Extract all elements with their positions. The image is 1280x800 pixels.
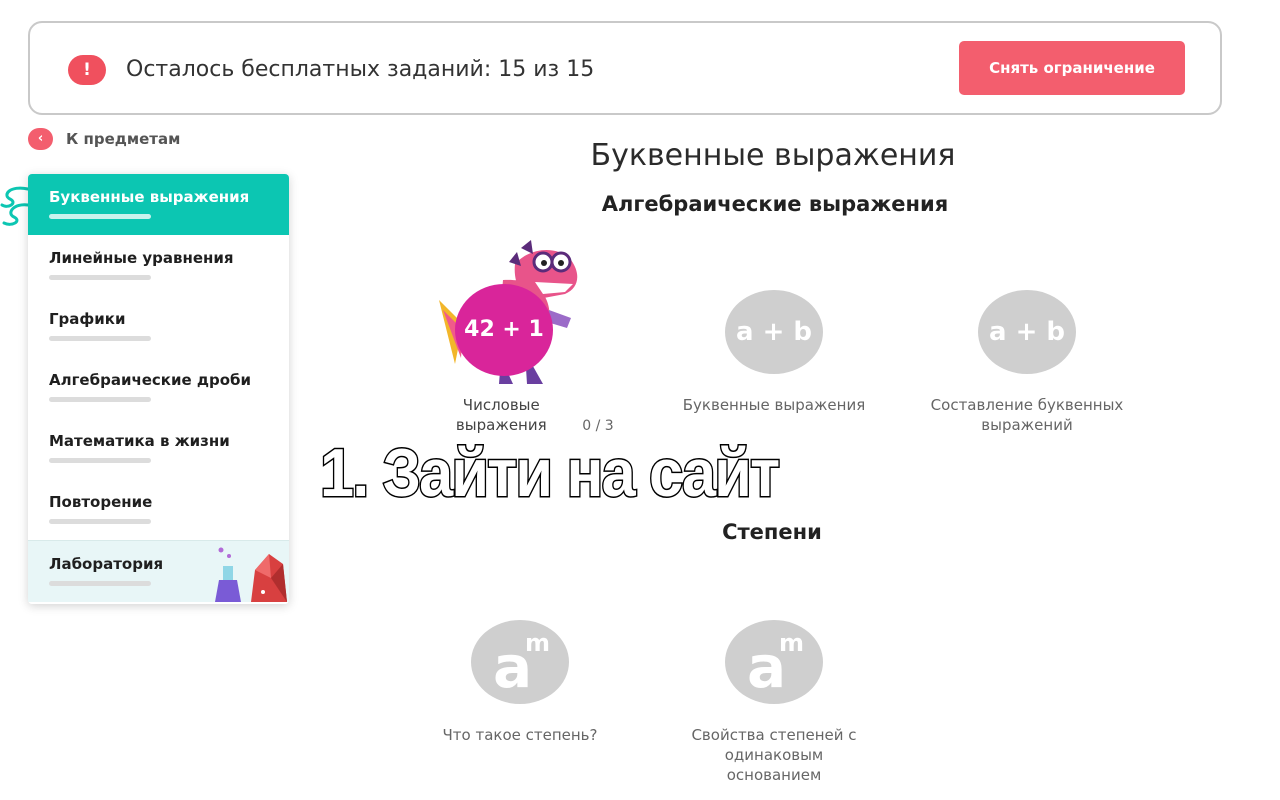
progress-bar xyxy=(49,275,151,280)
topic-icon-wrapper: 42 + 1 xyxy=(439,240,578,384)
sidebar-item-letter-expressions[interactable]: Буквенные выражения xyxy=(28,174,289,235)
topic-badge: 42 + 1 xyxy=(455,284,553,376)
sidebar-item-laboratory[interactable]: Лаборатория xyxy=(28,540,289,602)
topic-numeric-expressions[interactable]: 42 + 1 Числовые выражения 0 / 3 xyxy=(420,240,620,436)
progress-bar xyxy=(49,458,151,463)
topic-icon-wrapper: a m xyxy=(471,620,569,704)
power-exponent: m xyxy=(779,629,805,657)
topic-progress: 0 / 3 xyxy=(582,418,614,434)
a-plus-b-icon: a + b xyxy=(735,317,813,347)
sidebar-item-label: Математика в жизни xyxy=(49,432,230,450)
section-title-algebraic: Алгебраические выражения xyxy=(601,192,949,216)
topic-letter-expressions[interactable]: a + b Буквенные выражения xyxy=(674,290,874,415)
back-to-subjects-link[interactable]: ‹ К предметам xyxy=(28,128,180,150)
progress-bar xyxy=(49,336,151,341)
topic-label: Буквенные выражения xyxy=(682,396,866,414)
topic-label: Что такое степень? xyxy=(442,726,598,744)
topic-icon-wrapper: a + b xyxy=(978,290,1076,374)
topic-power-properties[interactable]: a m Свойства степеней с одинаковым основ… xyxy=(674,620,874,785)
alert-icon: ! xyxy=(68,55,106,85)
topic-composing-letter-expressions[interactable]: a + b Составление буквенных выражений xyxy=(927,290,1127,435)
progress-bar xyxy=(49,397,151,402)
sidebar-item-label: Графики xyxy=(49,310,126,328)
swirl-decoration-icon xyxy=(0,186,30,226)
remove-limit-button[interactable]: Снять ограничение xyxy=(959,41,1185,95)
sidebar-item-math-in-life[interactable]: Математика в жизни xyxy=(28,418,289,479)
progress-bar xyxy=(49,519,151,524)
overlay-caption: 1. Зайти на сайт xyxy=(319,434,782,513)
topic-label-text: Числовые выражения xyxy=(455,396,547,434)
a-power-m-icon: a m xyxy=(471,620,569,704)
topic-icon-wrapper: a m xyxy=(725,620,823,704)
sidebar-item-algebraic-fractions[interactable]: Алгебраические дроби xyxy=(28,357,289,418)
sidebar-item-label: Алгебраические дроби xyxy=(49,371,252,389)
chevron-left-icon: ‹ xyxy=(28,128,53,150)
topic-what-is-power[interactable]: a m Что такое степень? xyxy=(420,620,620,745)
a-plus-b-icon: a + b xyxy=(988,317,1066,347)
flask-crystal-icon xyxy=(215,547,287,602)
page-title: Буквенные выражения xyxy=(590,138,956,173)
section-title-powers: Степени xyxy=(722,520,822,544)
back-link-label: К предметам xyxy=(66,130,181,148)
free-tasks-counter: Осталось бесплатных заданий: 15 из 15 xyxy=(126,57,595,82)
topic-label: Свойства степеней с одинаковым основание… xyxy=(691,726,857,784)
sidebar-item-graphs[interactable]: Графики xyxy=(28,296,289,357)
sidebar-item-label: Повторение xyxy=(49,493,153,511)
sidebar-item-linear-equations[interactable]: Линейные уравнения xyxy=(28,235,289,296)
topic-label: Составление буквенных выражений xyxy=(930,396,1124,434)
topics-sidebar: Буквенные выражения Линейные уравнения Г… xyxy=(28,174,289,604)
power-exponent: m xyxy=(525,629,551,657)
a-power-m-icon: a m xyxy=(725,620,823,704)
topic-icon-wrapper: a + b xyxy=(725,290,823,374)
progress-bar xyxy=(49,581,151,586)
sidebar-item-label: Линейные уравнения xyxy=(49,249,234,267)
free-tasks-banner: ! Осталось бесплатных заданий: 15 из 15 … xyxy=(28,21,1222,115)
sidebar-item-label: Буквенные выражения xyxy=(49,188,250,206)
progress-bar xyxy=(49,214,151,219)
sidebar-item-review[interactable]: Повторение xyxy=(28,479,289,540)
topic-label: Числовые выражения 0 / 3 xyxy=(420,395,620,436)
